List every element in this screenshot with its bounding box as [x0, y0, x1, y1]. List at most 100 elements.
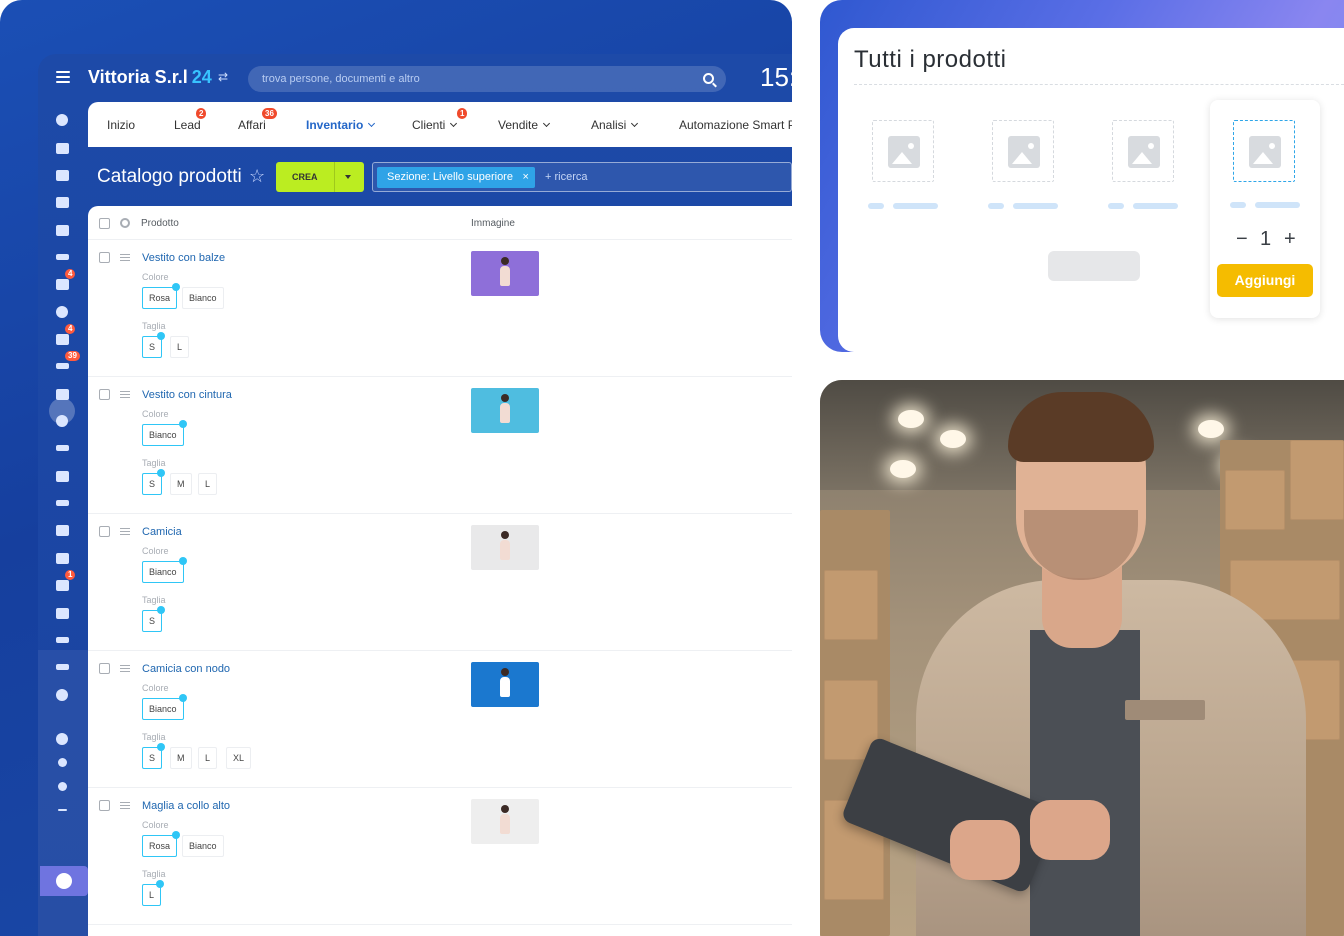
- chat-icon[interactable]: [53, 167, 71, 183]
- target-icon[interactable]: [53, 413, 71, 429]
- contact-card-icon[interactable]: [53, 550, 71, 566]
- color-option[interactable]: Bianco: [142, 420, 187, 446]
- drag-handle-icon[interactable]: [120, 665, 130, 672]
- crown-icon[interactable]: [40, 866, 88, 896]
- code-icon[interactable]: [53, 659, 71, 675]
- tab-inventario[interactable]: Inventario: [306, 118, 376, 132]
- menu-icon[interactable]: [56, 71, 70, 83]
- plus-icon[interactable]: [53, 802, 71, 818]
- more-icon[interactable]: [53, 687, 71, 703]
- product-placeholder-3[interactable]: [1112, 120, 1174, 182]
- size-option[interactable]: L: [198, 747, 218, 769]
- switch-icon[interactable]: ⇄: [218, 70, 228, 84]
- product-name-link[interactable]: Maglia a collo alto: [142, 800, 230, 812]
- product-thumbnail[interactable]: [471, 662, 539, 707]
- color-option[interactable]: Bianco: [142, 557, 187, 583]
- color-option[interactable]: Bianco: [142, 694, 187, 720]
- product-thumbnail[interactable]: [471, 525, 539, 570]
- tab-vendite[interactable]: Vendite: [498, 118, 551, 132]
- table-row[interactable]: Camicia Colore Bianco Taglia S: [88, 514, 792, 651]
- caret-down-icon[interactable]: [345, 175, 351, 179]
- brand-logo[interactable]: Vittoria S.r.l 24: [88, 67, 212, 88]
- size-option[interactable]: S: [142, 332, 166, 358]
- help-icon[interactable]: [53, 731, 71, 747]
- drag-handle-icon[interactable]: [120, 254, 130, 261]
- size-option[interactable]: M: [170, 747, 192, 769]
- filter-search-input[interactable]: Sezione: Livello superiore × + ricerca: [372, 162, 792, 192]
- gear-icon[interactable]: [120, 218, 130, 228]
- featured-product[interactable]: − 1 + Aggiungi: [1210, 100, 1320, 318]
- chart-icon[interactable]: [53, 522, 71, 538]
- drag-handle-icon[interactable]: [120, 528, 130, 535]
- search-input[interactable]: trova persone, documenti e altro: [248, 66, 726, 92]
- table-row[interactable]: Vestito con cintura Colore Bianco Taglia S M L: [88, 377, 792, 514]
- size-option[interactable]: L: [142, 880, 165, 906]
- color-option[interactable]: Rosa: [142, 831, 181, 857]
- product-name-link[interactable]: Camicia con nodo: [142, 663, 230, 675]
- minus-button[interactable]: −: [1236, 228, 1248, 251]
- tab-affari[interactable]: Affari 36: [238, 108, 277, 132]
- select-all-checkbox[interactable]: [99, 218, 110, 229]
- product-placeholder-selected[interactable]: [1233, 120, 1295, 182]
- skeleton-bar: [1013, 203, 1058, 209]
- size-option[interactable]: S: [142, 469, 166, 495]
- calendar-icon[interactable]: [53, 194, 71, 210]
- create-button[interactable]: CREA: [276, 162, 364, 192]
- row-checkbox[interactable]: [99, 389, 110, 400]
- product-thumbnail[interactable]: [471, 251, 539, 296]
- close-icon[interactable]: ×: [523, 167, 529, 188]
- funnel-icon[interactable]: [53, 112, 71, 128]
- size-option[interactable]: S: [142, 606, 166, 632]
- feed-icon[interactable]: [53, 140, 71, 156]
- product-name-link[interactable]: Camicia: [142, 526, 182, 538]
- drag-handle-icon[interactable]: [120, 802, 130, 809]
- size-option[interactable]: L: [198, 473, 218, 495]
- search-icon[interactable]: [703, 73, 714, 84]
- mail-icon[interactable]: 4: [53, 269, 76, 292]
- size-option[interactable]: M: [170, 473, 192, 495]
- table-row[interactable]: Maglia a collo alto Colore Rosa Bianco Tagli…: [88, 788, 792, 925]
- product-placeholder-1[interactable]: [872, 120, 934, 182]
- box-icon[interactable]: [53, 605, 71, 621]
- color-option[interactable]: Bianco: [182, 287, 224, 309]
- document-icon[interactable]: [53, 222, 71, 238]
- settings-icon[interactable]: [53, 778, 71, 794]
- color-option[interactable]: Rosa: [142, 283, 181, 309]
- size-option[interactable]: S: [142, 743, 166, 769]
- drag-handle-icon[interactable]: [120, 391, 130, 398]
- size-option[interactable]: XL: [226, 747, 252, 769]
- size-option[interactable]: L: [170, 336, 190, 358]
- row-checkbox[interactable]: [99, 663, 110, 674]
- table-row[interactable]: Vestito con balze Colore Rosa Bianco Taglia S…: [88, 240, 792, 377]
- task-icon[interactable]: 4: [53, 324, 76, 347]
- star-icon[interactable]: ☆: [249, 166, 265, 187]
- product-placeholder-2[interactable]: [992, 120, 1054, 182]
- stream-icon[interactable]: [53, 632, 71, 648]
- cart-icon[interactable]: [53, 440, 71, 456]
- group-icon[interactable]: [53, 304, 71, 320]
- edit-icon[interactable]: [53, 468, 71, 484]
- drive-icon[interactable]: [53, 249, 71, 265]
- tab-clienti[interactable]: Clienti 1: [412, 108, 468, 132]
- plus-button[interactable]: +: [1284, 228, 1296, 251]
- store-icon[interactable]: [53, 386, 71, 402]
- product-name-link[interactable]: Vestito con cintura: [142, 389, 232, 401]
- sign-icon[interactable]: [53, 495, 71, 511]
- product-thumbnail[interactable]: [471, 388, 539, 433]
- table-row[interactable]: Camicia con nodo Colore Bianco Taglia S M L XL: [88, 651, 792, 788]
- crm-filter-icon[interactable]: 39: [53, 351, 80, 374]
- robot-icon[interactable]: 1: [53, 570, 76, 593]
- filter-tag[interactable]: Sezione: Livello superiore ×: [377, 167, 535, 188]
- product-name-link[interactable]: Vestito con balze: [142, 252, 225, 264]
- add-button[interactable]: Aggiungi: [1217, 264, 1313, 297]
- row-checkbox[interactable]: [99, 800, 110, 811]
- color-option[interactable]: Bianco: [182, 835, 224, 857]
- row-checkbox[interactable]: [99, 526, 110, 537]
- tab-lead[interactable]: Lead 2: [174, 108, 207, 132]
- network-icon[interactable]: [53, 754, 71, 770]
- tab-automazione[interactable]: Automazione Smart P: [679, 118, 792, 132]
- row-checkbox[interactable]: [99, 252, 110, 263]
- tab-analisi[interactable]: Analisi: [591, 118, 639, 132]
- tab-inizio[interactable]: Inizio: [107, 118, 135, 132]
- product-thumbnail[interactable]: [471, 799, 539, 844]
